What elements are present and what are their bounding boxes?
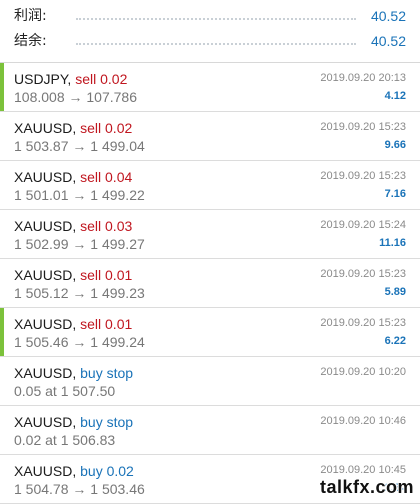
order-profit: 9.66 xyxy=(384,139,406,151)
balance-label: 结余: xyxy=(14,33,47,49)
order-title: XAUUSD, buy 0.02 xyxy=(14,462,134,480)
order-action: sell 0.02 xyxy=(75,71,128,87)
order-action: sell 0.02 xyxy=(80,120,133,136)
selection-accent xyxy=(0,406,4,454)
order-list: USDJPY, sell 0.02 108.008 → 107.786 2019.0… xyxy=(0,63,420,504)
order-symbol: USDJPY, xyxy=(14,71,72,87)
order-prices: 1 505.46 → 1 499.24 xyxy=(14,334,145,350)
order-prices: 0.02 at 1 506.83 xyxy=(14,432,116,448)
order-title: XAUUSD, sell 0.03 xyxy=(14,217,132,235)
order-symbol: XAUUSD, xyxy=(14,316,77,332)
order-profit: 7.16 xyxy=(384,188,406,200)
dotted-leader xyxy=(76,43,356,45)
order-time: 2019.09.20 20:13 xyxy=(320,72,406,84)
order-time: 2019.09.20 15:23 xyxy=(320,170,406,182)
order-symbol: XAUUSD, xyxy=(14,120,77,136)
order-prices: 108.008 → 107.786 xyxy=(14,89,137,105)
order-prices: 0.05 at 1 507.50 xyxy=(14,383,116,399)
order-title: XAUUSD, sell 0.01 xyxy=(14,266,132,284)
order-action: sell 0.03 xyxy=(80,218,133,234)
order-profit: 4.12 xyxy=(384,90,406,102)
order-symbol: XAUUSD, xyxy=(14,365,77,381)
order-row[interactable]: XAUUSD, buy stop 0.05 at 1 507.50 2019.09.… xyxy=(0,357,420,406)
order-time: 2019.09.20 15:23 xyxy=(320,268,406,280)
account-summary: 利润: 40.52 结余: 40.52 xyxy=(0,0,420,62)
selection-accent xyxy=(0,357,4,405)
order-symbol: XAUUSD, xyxy=(14,218,77,234)
order-time: 2019.09.20 15:24 xyxy=(320,219,406,231)
order-row[interactable]: XAUUSD, buy stop 0.02 at 1 506.83 2019.09.… xyxy=(0,406,420,455)
order-row[interactable]: USDJPY, sell 0.02 108.008 → 107.786 2019.0… xyxy=(0,63,420,112)
order-row[interactable]: XAUUSD, sell 0.03 1 502.99 → 1 499.27 2019… xyxy=(0,210,420,259)
order-action: buy stop xyxy=(80,365,134,381)
selection-accent xyxy=(0,259,4,307)
dotted-leader xyxy=(76,18,356,20)
profit-row: 利润: 40.52 xyxy=(0,4,420,28)
order-title: XAUUSD, sell 0.02 xyxy=(14,119,132,137)
selection-accent xyxy=(0,112,4,160)
selection-accent xyxy=(0,161,4,209)
order-action: sell 0.04 xyxy=(80,169,133,185)
order-time: 2019.09.20 10:46 xyxy=(320,415,406,427)
order-title: XAUUSD, sell 0.01 xyxy=(14,315,132,333)
selection-accent xyxy=(0,308,4,356)
order-profit: 6.22 xyxy=(384,335,406,347)
order-action: sell 0.01 xyxy=(80,316,133,332)
order-title: XAUUSD, sell 0.04 xyxy=(14,168,132,186)
profit-value: 40.52 xyxy=(370,8,406,24)
order-symbol: XAUUSD, xyxy=(14,169,77,185)
order-row[interactable]: XAUUSD, sell 0.04 1 501.01 → 1 499.22 2019… xyxy=(0,161,420,210)
order-time: 2019.09.20 15:23 xyxy=(320,121,406,133)
order-row[interactable]: XAUUSD, sell 0.02 1 503.87 → 1 499.04 2019… xyxy=(0,112,420,161)
order-time: 2019.09.20 10:20 xyxy=(320,366,406,378)
order-prices: 1 501.01 → 1 499.22 xyxy=(14,187,145,203)
order-profit: 11.16 xyxy=(379,237,406,249)
order-title: USDJPY, sell 0.02 xyxy=(14,70,127,88)
order-prices: 1 502.99 → 1 499.27 xyxy=(14,236,145,252)
profit-label: 利润: xyxy=(14,8,47,24)
order-action: buy 0.02 xyxy=(80,463,134,479)
order-time: 2019.09.20 15:23 xyxy=(320,317,406,329)
order-symbol: XAUUSD, xyxy=(14,267,77,283)
order-time: 2019.09.20 10:45 xyxy=(320,464,406,476)
order-prices: 1 505.12 → 1 499.23 xyxy=(14,285,145,301)
order-profit: 5.89 xyxy=(384,286,406,298)
watermark: talkfx.com xyxy=(319,477,414,497)
selection-accent xyxy=(0,210,4,258)
order-symbol: XAUUSD, xyxy=(14,463,77,479)
balance-row: 结余: 40.52 xyxy=(0,29,420,53)
order-title: XAUUSD, buy stop xyxy=(14,364,133,382)
order-row[interactable]: XAUUSD, sell 0.01 1 505.12 → 1 499.23 2019… xyxy=(0,259,420,308)
order-action: sell 0.01 xyxy=(80,267,133,283)
order-prices: 1 504.78 → 1 503.46 xyxy=(14,481,145,497)
order-row[interactable]: XAUUSD, sell 0.01 1 505.46 → 1 499.24 2019… xyxy=(0,308,420,357)
order-prices: 1 503.87 → 1 499.04 xyxy=(14,138,145,154)
order-action: buy stop xyxy=(80,414,134,430)
order-symbol: XAUUSD, xyxy=(14,414,77,430)
selection-accent xyxy=(0,455,4,503)
balance-value: 40.52 xyxy=(370,33,406,49)
selection-accent xyxy=(0,63,4,111)
order-title: XAUUSD, buy stop xyxy=(14,413,133,431)
